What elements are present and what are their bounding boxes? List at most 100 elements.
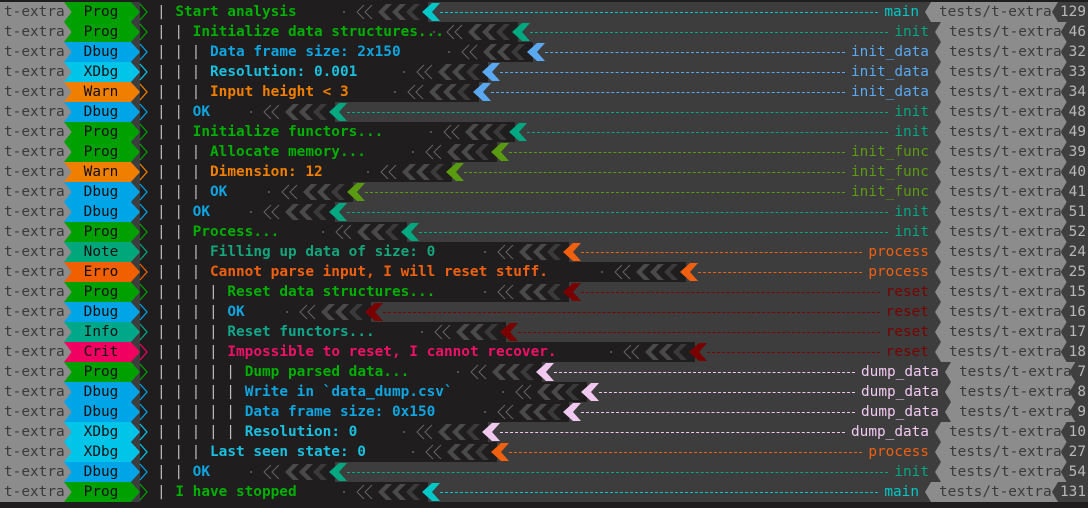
level-badge: XDbg <box>64 442 140 462</box>
indent-guides: | | | | <box>157 324 218 340</box>
chevron-trail-icon <box>479 282 583 302</box>
indent-guides: | | | <box>157 244 201 260</box>
level-badge: Prog <box>64 222 140 242</box>
log-row: t-extra Prog | | | | | Dump parsed data... d… <box>0 362 1088 382</box>
log-row: t-extra Prog | | Initialize functors... init… <box>0 122 1088 142</box>
function-name: init_data <box>851 64 929 80</box>
log-row: t-extra Prog | | | Allocate memory... init_f… <box>0 142 1088 162</box>
level-badge: Warn <box>64 162 140 182</box>
connector-line <box>599 392 855 393</box>
log-row: t-extra XDbg | | | Last seen state: 0 proces… <box>0 442 1088 462</box>
level-badge: Prog <box>64 482 140 502</box>
level-badge: Prog <box>64 362 140 382</box>
function-name: init_data <box>851 44 929 60</box>
indent-guides: | | | | | <box>157 384 235 400</box>
source-short-cell: t-extra <box>0 282 72 302</box>
connector-line <box>440 12 879 13</box>
level-badge: Prog <box>64 142 140 162</box>
function-name: init_func <box>851 164 929 180</box>
log-message: Impossible to reset, I cannot recover. <box>227 344 557 360</box>
connector-line <box>491 92 845 93</box>
indent-guides: | | | <box>157 64 201 80</box>
log-row: t-extra Dbug | | OK init tests/t-extra 48 <box>0 102 1088 122</box>
function-name: dump_data <box>861 364 939 380</box>
log-row: t-extra Prog | Start analysis main tests/t-ex… <box>0 2 1088 22</box>
connector-line <box>419 232 889 233</box>
log-message: Data frame size: 0x150 <box>244 404 436 420</box>
source-short-cell: t-extra <box>0 442 72 462</box>
level-badge: Dbug <box>64 462 140 482</box>
connector-line <box>383 312 880 313</box>
function-name: init <box>894 224 929 240</box>
source-short-cell: t-extra <box>0 102 72 122</box>
indent-guides: | | | | | <box>157 404 235 420</box>
indent-guides: | | | <box>157 184 201 200</box>
indent-guides: | | | <box>157 44 201 60</box>
source-short-cell: t-extra <box>0 82 72 102</box>
log-message: Input height < 3 <box>210 84 349 100</box>
connector-line <box>554 372 855 373</box>
indent-guides: | | <box>157 104 183 120</box>
indent-guides: | | | <box>157 84 201 100</box>
connector-line <box>581 292 880 293</box>
source-short-cell: t-extra <box>0 202 72 222</box>
level-badge: Dbug <box>64 402 140 422</box>
level-badge: Note <box>64 242 140 262</box>
function-name: process <box>868 444 929 460</box>
indent-guides: | | <box>157 464 183 480</box>
function-name: dump_data <box>851 424 929 440</box>
chevron-trail-icon <box>245 202 349 222</box>
chevron-trail-icon <box>497 382 601 402</box>
log-message: Dump parsed data... <box>244 364 410 380</box>
line-number: 131 <box>1052 482 1088 502</box>
connector-line <box>509 152 845 153</box>
log-message: Last seen state: 0 <box>210 444 366 460</box>
function-name: main <box>884 4 919 20</box>
chevron-trail-icon <box>317 222 421 242</box>
log-row: t-extra Note | | | Filling up data of size:… <box>0 242 1088 262</box>
function-name: init <box>894 124 929 140</box>
level-badge: Dbug <box>64 302 140 322</box>
level-badge: Warn <box>64 82 140 102</box>
chevron-trail-icon <box>245 102 349 122</box>
connector-line <box>347 472 889 473</box>
chevron-trail-icon <box>389 82 493 102</box>
source-short-cell: t-extra <box>0 222 72 242</box>
log-output: t-extra Prog | Start analysis main tests/t-ex… <box>0 2 1088 502</box>
chevron-trail-icon <box>338 482 442 502</box>
function-name: process <box>868 244 929 260</box>
level-badge: Crit <box>64 342 140 362</box>
chevron-trail-icon <box>596 262 700 282</box>
indent-guides: | | | <box>157 144 201 160</box>
connector-line <box>698 272 863 273</box>
log-message: OK <box>227 304 245 320</box>
indent-guides: | | <box>157 224 183 240</box>
indent-guides: | | | <box>157 444 201 460</box>
log-row: t-extra Warn | | | Input height < 3 init_dat… <box>0 82 1088 102</box>
level-badge: Prog <box>64 22 140 42</box>
source-short-cell: t-extra <box>0 162 72 182</box>
level-badge: Info <box>64 322 140 342</box>
level-badge: Dbug <box>64 102 140 122</box>
log-row: t-extra Dbug | | | Data frame size: 2x150 in… <box>0 42 1088 62</box>
level-badge: Dbug <box>64 42 140 62</box>
line-number: 129 <box>1052 2 1088 22</box>
chevron-trail-icon <box>407 442 511 462</box>
log-message: Filling up data of size: 0 <box>210 244 436 260</box>
chevron-trail-icon <box>281 302 385 322</box>
function-name: dump_data <box>861 384 939 400</box>
indent-guides: | | | <box>157 164 201 180</box>
log-message: OK <box>192 104 210 120</box>
source-short-cell: t-extra <box>0 122 72 142</box>
chevron-trail-icon <box>605 342 709 362</box>
level-badge: Dbug <box>64 202 140 222</box>
log-row: t-extra XDbg | | | Resolution: 0.001 init_da… <box>0 62 1088 82</box>
indent-guides: | <box>157 484 166 500</box>
log-row: t-extra Dbug | | | OK init_func tests/t-extra… <box>0 182 1088 202</box>
chevron-trail-icon <box>452 362 556 382</box>
log-message: Data frame size: 2x150 <box>210 44 401 60</box>
source-short-cell: t-extra <box>0 402 72 422</box>
indent-guides: | | | <box>157 264 201 280</box>
log-message: OK <box>192 204 210 220</box>
connector-line <box>509 452 863 453</box>
